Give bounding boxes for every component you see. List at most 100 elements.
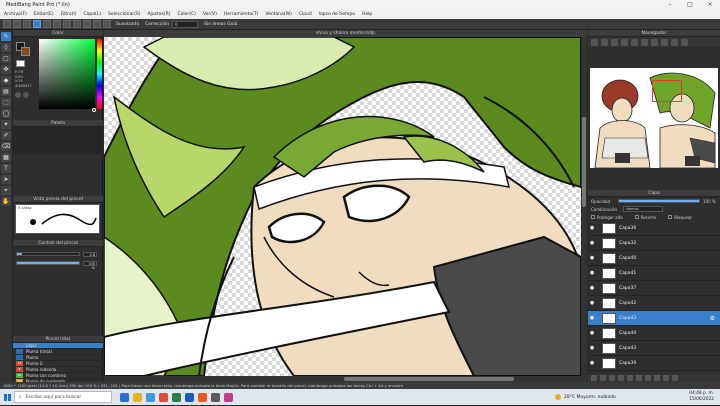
dot-tool-icon[interactable]: ▢ bbox=[1, 54, 11, 63]
artwork-canvas[interactable] bbox=[104, 37, 581, 376]
layer-down-icon[interactable] bbox=[654, 375, 660, 381]
navigator-view-rect[interactable] bbox=[652, 80, 682, 102]
brush-tool-icon[interactable]: ✎ bbox=[1, 32, 11, 41]
layer-row[interactable]: ● Capa43 bbox=[588, 341, 720, 356]
color-slider-icon[interactable] bbox=[23, 92, 29, 98]
snap-curve-button[interactable] bbox=[83, 20, 91, 28]
select-pen-icon[interactable]: ✐ bbox=[1, 131, 11, 140]
layer-gear-icon[interactable]: ⚙ bbox=[710, 315, 715, 322]
layer-visibility-icon[interactable]: ● bbox=[588, 360, 596, 366]
add-halftone-layer-icon[interactable] bbox=[600, 375, 606, 381]
redo-button[interactable] bbox=[13, 20, 21, 28]
zoom-out-icon[interactable] bbox=[601, 38, 608, 46]
edge-icon[interactable] bbox=[146, 392, 155, 402]
brush-size-value[interactable]: 3.8 bbox=[83, 251, 97, 257]
taskbar-search[interactable]: ⌕ Escribe aquí para buscar bbox=[14, 391, 112, 403]
transparent-color-swatch[interactable] bbox=[16, 60, 25, 67]
layer-visibility-icon[interactable]: ● bbox=[588, 270, 596, 276]
lasso-tool-icon[interactable]: ◯ bbox=[1, 109, 11, 118]
task-view-icon[interactable] bbox=[120, 392, 129, 402]
hand-tool-icon[interactable]: ✋ bbox=[1, 197, 11, 206]
layer-row[interactable]: ● Capa43 ⚙ bbox=[588, 311, 720, 326]
close-button[interactable]: × bbox=[700, 0, 720, 10]
layer-visibility-icon[interactable]: ● bbox=[588, 285, 596, 291]
weather-widget[interactable]: 28°C Mayorm. nublado bbox=[555, 389, 616, 405]
layer-row[interactable]: ● Capa36 bbox=[588, 221, 720, 236]
select-tool-icon[interactable]: ⬚ bbox=[1, 98, 11, 107]
add-layer-icon[interactable] bbox=[591, 375, 597, 381]
menu-ajustes[interactable]: Ajustes(R) bbox=[147, 12, 170, 17]
layer-visibility-icon[interactable]: ● bbox=[588, 225, 596, 231]
lock-checkbox[interactable] bbox=[668, 215, 673, 219]
palette-body[interactable] bbox=[13, 127, 103, 154]
navigator-settings-icon[interactable] bbox=[681, 38, 688, 46]
snap-radial-button[interactable] bbox=[63, 20, 71, 28]
divide-tool-icon[interactable]: ▦ bbox=[1, 153, 11, 162]
layer-row[interactable]: ● Capa32 bbox=[588, 236, 720, 251]
maximize-button[interactable]: □ bbox=[680, 0, 700, 10]
sin-guias-label[interactable]: Sin líneas Guía bbox=[204, 22, 237, 27]
layer-visibility-icon[interactable]: ● bbox=[588, 300, 596, 306]
zoom-fit-icon[interactable] bbox=[611, 38, 618, 46]
layer-row[interactable]: ● Capa39 bbox=[588, 356, 720, 371]
layer-visibility-icon[interactable]: ● bbox=[588, 345, 596, 351]
merge-down-icon[interactable] bbox=[636, 375, 642, 381]
protect-alpha-checkbox[interactable] bbox=[591, 215, 595, 219]
brush-opacity-value[interactable]: 100 % bbox=[83, 260, 97, 270]
move-tool-icon[interactable]: ✥ bbox=[1, 65, 11, 74]
layer-row[interactable]: ● Capa37 bbox=[588, 281, 720, 296]
menu-capa[interactable]: Capa(L) bbox=[83, 12, 101, 17]
flip-icon[interactable] bbox=[661, 38, 668, 46]
delete-layer-icon[interactable] bbox=[672, 375, 678, 381]
layer-visibility-icon[interactable]: ● bbox=[588, 255, 596, 261]
menu-archivo[interactable]: Archivo(F) bbox=[4, 12, 27, 17]
rotate-reset-icon[interactable] bbox=[651, 38, 658, 46]
chrome-icon[interactable] bbox=[159, 392, 168, 402]
taskbar-clock[interactable]: 04:48 p. m. 15/06/2022 bbox=[689, 391, 714, 403]
app-icon[interactable] bbox=[224, 392, 233, 402]
menu-color[interactable]: Color(C) bbox=[178, 12, 196, 17]
suavizado-label[interactable]: Suavizado bbox=[116, 22, 139, 27]
layer-row[interactable]: ● Capa44 bbox=[588, 326, 720, 341]
menu-seleccionar[interactable]: Seleccionar(S) bbox=[108, 12, 140, 17]
text-tool-icon[interactable]: T bbox=[1, 164, 11, 173]
canvas-tab[interactable]: shiva y shaina medio.mdp bbox=[104, 30, 587, 37]
layer-visibility-icon[interactable]: ● bbox=[588, 240, 596, 246]
excel-icon[interactable] bbox=[172, 392, 181, 402]
minimize-button[interactable]: – bbox=[660, 0, 680, 10]
navigator-preview[interactable] bbox=[590, 68, 718, 168]
horizontal-scroll-thumb[interactable] bbox=[344, 377, 514, 381]
layer-opacity-slider[interactable] bbox=[617, 199, 700, 203]
duplicate-layer-icon[interactable] bbox=[627, 375, 633, 381]
add-folder-icon[interactable] bbox=[618, 375, 624, 381]
word-icon[interactable] bbox=[185, 392, 194, 402]
menu-cloud[interactable]: Cloud bbox=[299, 12, 312, 17]
hex-value[interactable]: #4AB017 bbox=[15, 84, 37, 89]
sub-color-swatch[interactable] bbox=[21, 47, 30, 56]
select-eraser-icon[interactable]: ⌫ bbox=[1, 142, 11, 151]
layer-row[interactable]: ● Capa41 bbox=[588, 266, 720, 281]
rotate-right-icon[interactable] bbox=[641, 38, 648, 46]
firefox-icon[interactable] bbox=[198, 392, 207, 402]
layer-visibility-icon[interactable]: ● bbox=[588, 330, 596, 336]
gradient-tool-icon[interactable]: ▤ bbox=[1, 87, 11, 96]
menu-editar[interactable]: Editar(E) bbox=[34, 12, 54, 17]
menu-ventana[interactable]: Ventana(W) bbox=[265, 12, 291, 17]
rotate-left-icon[interactable] bbox=[631, 38, 638, 46]
layer-blend-select[interactable]: Normal bbox=[623, 206, 664, 212]
saturation-value-picker[interactable] bbox=[39, 39, 95, 109]
menu-help[interactable]: Help bbox=[362, 12, 372, 17]
eyedropper-tool-icon[interactable]: ⌖ bbox=[1, 186, 11, 195]
canvas-vertical-scrollbar[interactable] bbox=[581, 37, 587, 382]
operation-tool-icon[interactable]: ➤ bbox=[1, 175, 11, 184]
magic-wand-icon[interactable]: ✦ bbox=[1, 120, 11, 129]
zoom-actual-icon[interactable] bbox=[621, 38, 628, 46]
add-8bit-layer-icon[interactable] bbox=[609, 375, 615, 381]
brush-size-slider[interactable] bbox=[16, 252, 80, 256]
menu-lapso[interactable]: lapso de tiempo bbox=[319, 12, 355, 17]
snap-cross-button[interactable] bbox=[53, 20, 61, 28]
layer-settings-icon[interactable] bbox=[663, 375, 669, 381]
menu-ver[interactable]: Ver(V) bbox=[203, 12, 217, 17]
medibang-taskbar-icon[interactable] bbox=[211, 392, 220, 402]
save-icon[interactable] bbox=[23, 20, 31, 28]
